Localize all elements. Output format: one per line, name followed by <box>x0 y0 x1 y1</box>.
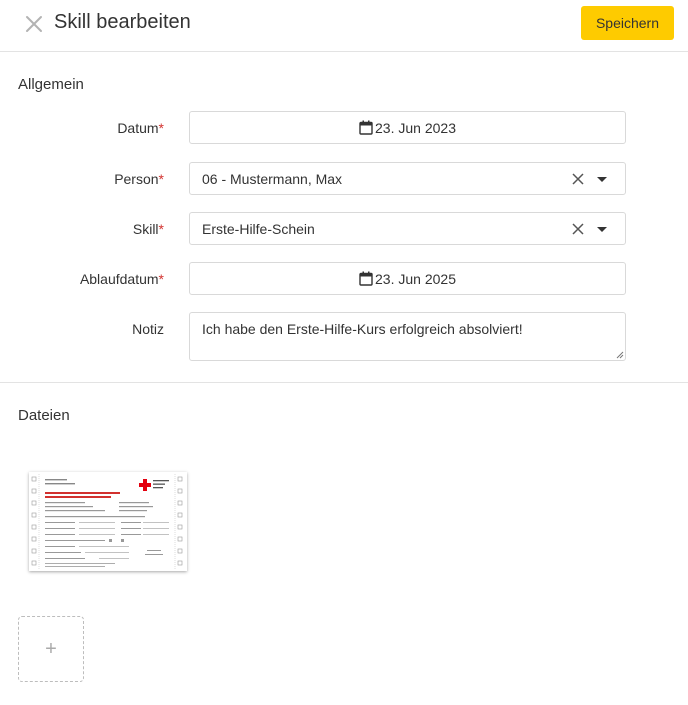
note-label: Notiz <box>132 321 164 337</box>
date-field[interactable]: 23. Jun 2023 <box>189 111 626 144</box>
person-value: 06 - Mustermann, Max <box>202 171 343 187</box>
skill-value: Erste-Hilfe-Schein <box>202 221 315 237</box>
required-marker: * <box>158 171 164 187</box>
add-file-button[interactable]: + <box>18 616 84 682</box>
skill-select[interactable]: Erste-Hilfe-Schein <box>189 212 626 245</box>
required-marker: * <box>158 271 164 287</box>
note-textarea[interactable]: Ich habe den Erste-Hilfe-Kurs erfolgreic… <box>189 312 626 361</box>
header: Skill bearbeiten Speichern <box>0 0 688 52</box>
save-button[interactable]: Speichern <box>581 6 674 40</box>
person-label: Person* <box>114 171 164 187</box>
skill-label: Skill* <box>132 221 164 237</box>
chevron-down-icon[interactable] <box>597 227 607 232</box>
chevron-down-icon[interactable] <box>597 177 607 182</box>
clear-icon[interactable] <box>572 223 584 235</box>
divider <box>0 382 688 383</box>
expiry-date-field[interactable]: 23. Jun 2025 <box>189 262 626 295</box>
clear-icon[interactable] <box>572 173 584 185</box>
file-thumbnail[interactable] <box>29 472 187 571</box>
required-marker: * <box>158 120 164 136</box>
section-title-general: Allgemein <box>18 76 84 93</box>
certificate-document-icon <box>29 472 187 571</box>
expiry-date-value: 23. Jun 2025 <box>375 270 456 287</box>
section-title-files: Dateien <box>18 407 70 424</box>
calendar-icon <box>359 271 373 286</box>
required-marker: * <box>158 221 164 237</box>
calendar-icon <box>359 120 373 135</box>
page-title: Skill bearbeiten <box>54 11 191 33</box>
note-value: Ich habe den Erste-Hilfe-Kurs erfolgreic… <box>202 321 523 337</box>
date-value: 23. Jun 2023 <box>375 119 456 136</box>
date-label: Datum* <box>117 120 164 136</box>
plus-icon: + <box>45 637 57 660</box>
resize-handle-icon[interactable] <box>616 351 624 359</box>
close-icon[interactable] <box>24 14 44 34</box>
person-select[interactable]: 06 - Mustermann, Max <box>189 162 626 195</box>
expiry-label: Ablaufdatum* <box>79 271 164 287</box>
